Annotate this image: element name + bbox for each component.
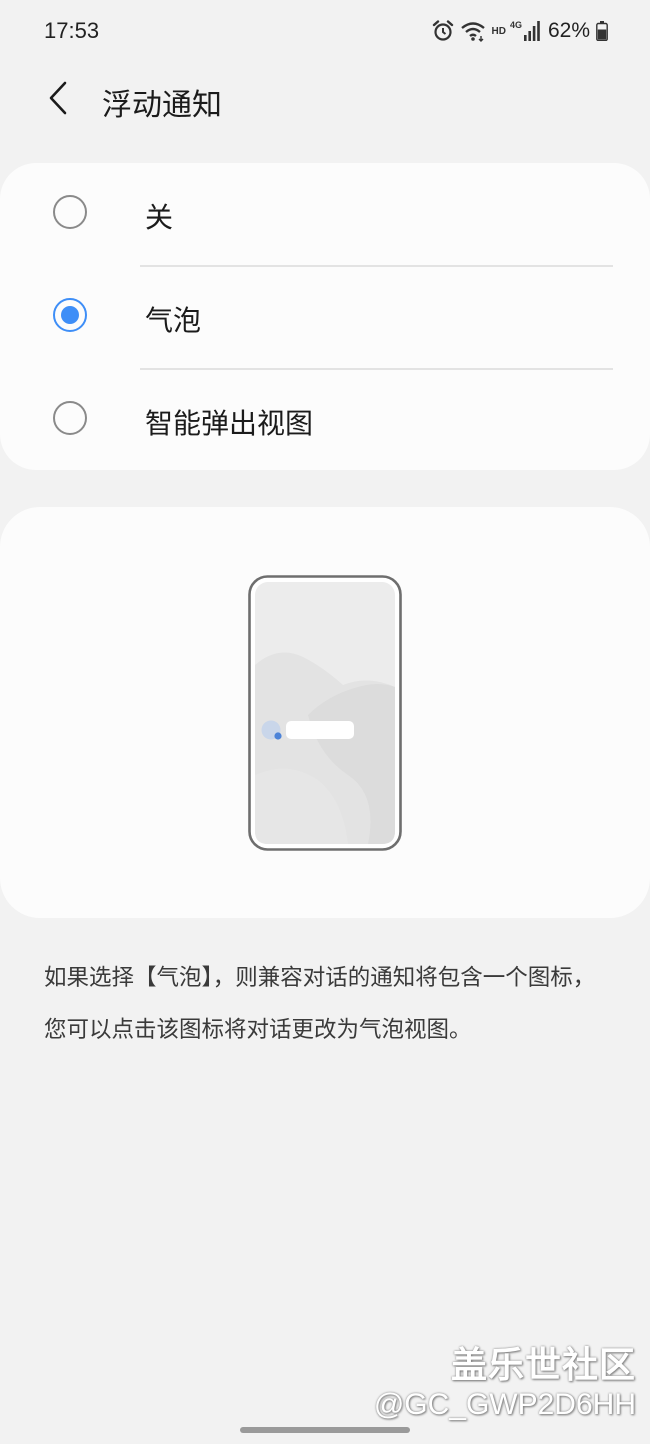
option-bubble[interactable]: 气泡 — [0, 266, 650, 368]
radio-button[interactable] — [53, 195, 87, 229]
home-indicator[interactable] — [240, 1427, 410, 1433]
watermark-user: @GC_GWP2D6HH — [373, 1388, 636, 1421]
option-label: 智能弹出视图 — [145, 407, 314, 440]
options-card: 关 气泡 智能弹出视图 — [0, 163, 650, 470]
option-label: 关 — [145, 201, 174, 234]
status-bar: 17:53 HD 4G 62% — [0, 0, 650, 62]
page-title: 浮动通知 — [102, 88, 222, 123]
battery-icon — [596, 21, 608, 41]
radio-button-selected[interactable] — [53, 298, 87, 332]
preview-card — [0, 507, 650, 918]
header: 浮动通知 — [0, 62, 650, 138]
network-type-label: 4G — [509, 20, 522, 30]
watermark-site: 盖乐世社区 — [450, 1345, 636, 1386]
radio-button[interactable] — [53, 401, 87, 435]
option-smart-popup[interactable]: 智能弹出视图 — [0, 369, 650, 471]
battery-percent: 62% — [547, 19, 590, 42]
status-time: 17:53 — [44, 18, 100, 43]
chevron-left-icon — [46, 80, 70, 120]
wifi-icon — [460, 20, 486, 42]
option-off[interactable]: 关 — [0, 163, 650, 265]
hd-label: HD — [491, 25, 506, 37]
signal-icon — [523, 21, 540, 41]
status-icons: HD 4G 62% — [432, 16, 609, 46]
alarm-icon — [432, 20, 454, 42]
description-text: 如果选择【气泡】，则兼容对话的通知将包含一个图标，您可以点击该图标将对话更改为气… — [44, 965, 596, 1043]
phone-bubble-illustration — [248, 575, 402, 855]
option-label: 气泡 — [145, 304, 202, 337]
back-button[interactable] — [36, 78, 80, 122]
